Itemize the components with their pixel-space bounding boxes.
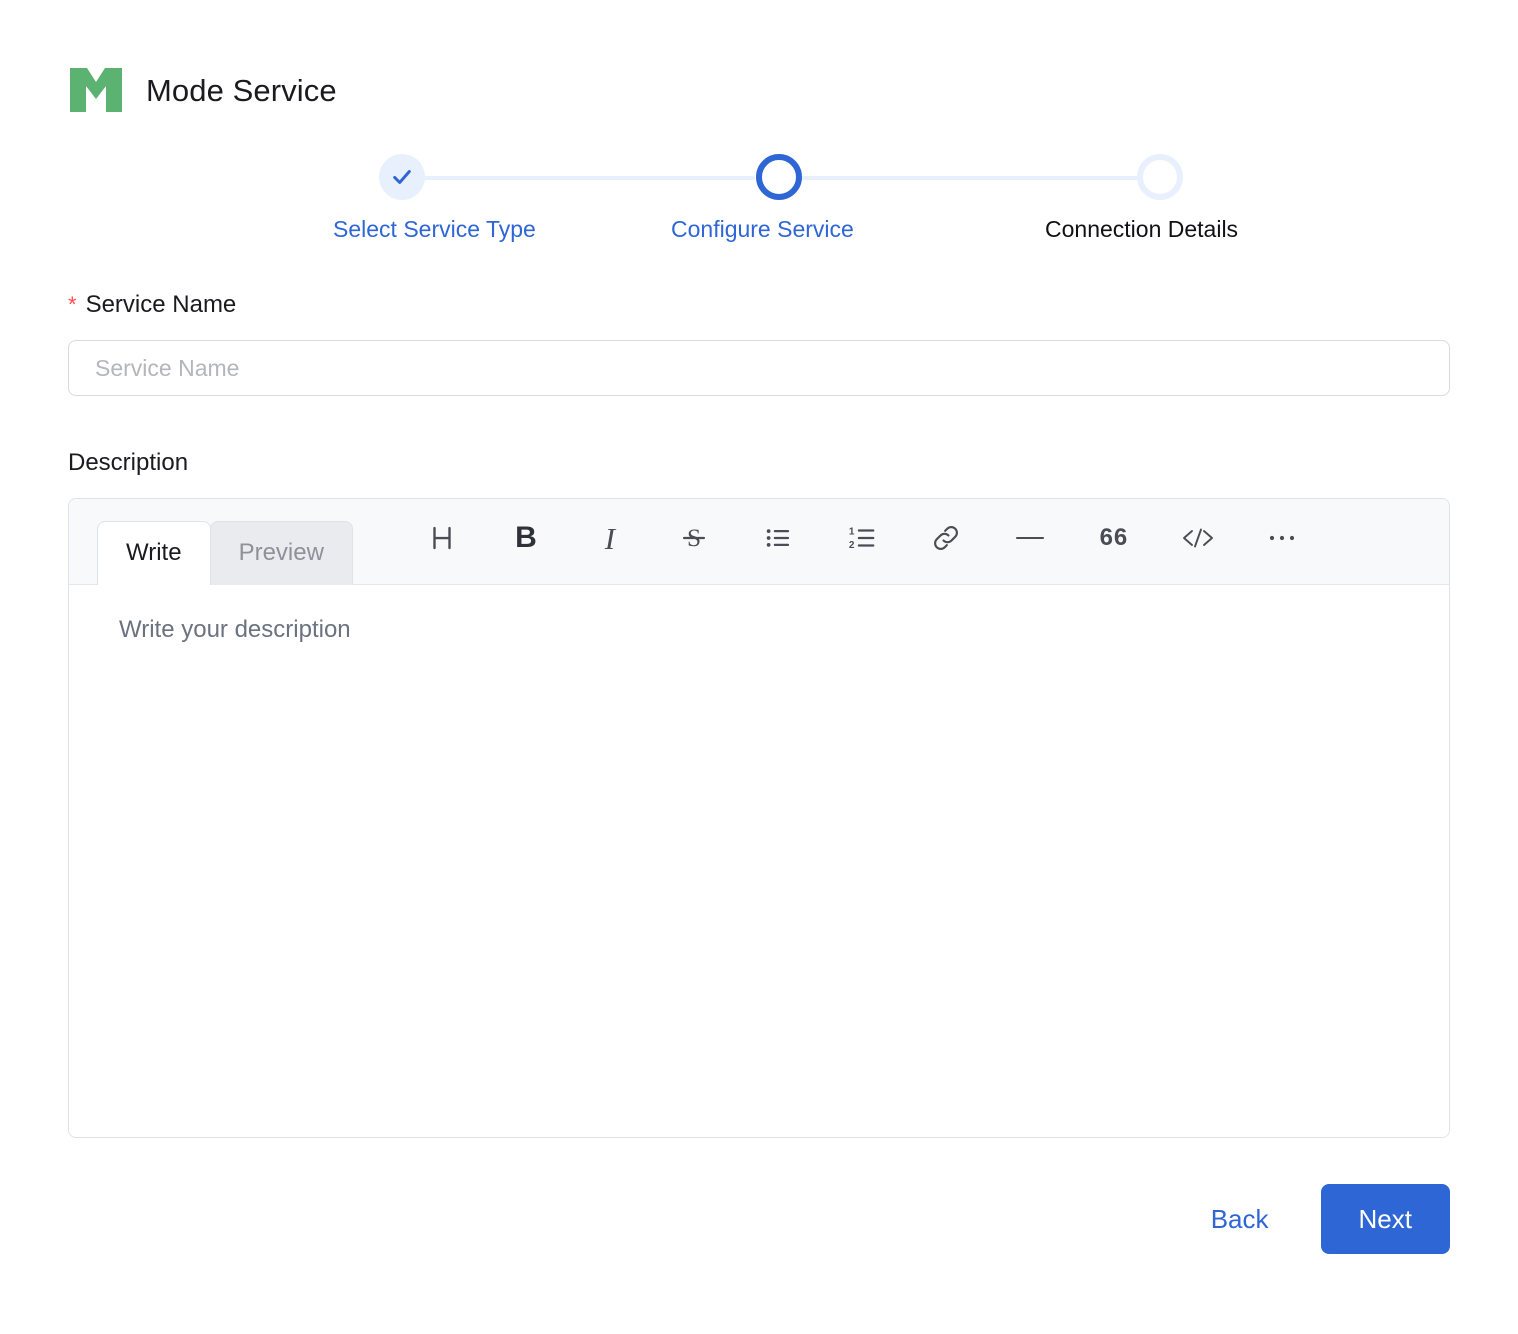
tab-preview[interactable]: Preview: [209, 521, 353, 585]
editor-toolbar: Write Preview B I S 1 2 66: [69, 499, 1449, 585]
page-title: Mode Service: [146, 72, 337, 108]
next-button[interactable]: Next: [1320, 1184, 1450, 1254]
progress-stepper: Select Service Type Configure Service Co…: [0, 154, 1518, 262]
heading-button[interactable]: [415, 516, 469, 560]
more-options-icon: [1269, 535, 1295, 541]
description-placeholder: Write your description: [119, 616, 351, 643]
description-markdown-editor: Write Preview B I S 1 2 66 Write your de…: [68, 498, 1450, 1138]
back-button[interactable]: Back: [1207, 1196, 1273, 1242]
stepper-track: [373, 154, 1183, 200]
link-button[interactable]: [919, 516, 973, 560]
bold-icon: B: [515, 521, 537, 554]
quote-icon: 66: [1099, 524, 1129, 551]
code-icon: [1182, 528, 1213, 548]
bold-button[interactable]: B: [499, 516, 553, 560]
page-header: Mode Service: [0, 0, 1518, 118]
italic-button[interactable]: I: [583, 516, 637, 560]
bullet-list-icon: [766, 529, 790, 547]
horizontal-rule-icon: [1015, 537, 1044, 539]
service-name-input[interactable]: [68, 340, 1450, 396]
stepper-labels: Select Service Type Configure Service Co…: [333, 214, 1238, 248]
svg-text:1: 1: [849, 526, 855, 537]
strikethrough-icon: S: [682, 524, 705, 552]
stepper-label-select-service-type[interactable]: Select Service Type: [333, 214, 536, 244]
stepper-label-configure-service[interactable]: Configure Service: [671, 214, 854, 244]
stepper-node-connection-details[interactable]: [1137, 154, 1183, 200]
wizard-footer: Back Next: [0, 1184, 1518, 1254]
description-label-text: Description: [68, 449, 189, 476]
tab-write[interactable]: Write: [97, 521, 211, 585]
numbered-list-icon: 1 2: [849, 526, 875, 551]
mode-logo-icon: [70, 68, 122, 112]
editor-mode-tabs: Write Preview: [97, 499, 353, 585]
code-button[interactable]: [1171, 516, 1225, 560]
horizontal-rule-button[interactable]: [1003, 516, 1057, 560]
link-icon: [933, 526, 958, 550]
stepper-connector-2: [783, 176, 1163, 180]
stepper-node-configure-service[interactable]: [756, 154, 802, 200]
stepper-label-connection-details[interactable]: Connection Details: [1045, 214, 1238, 244]
svg-text:2: 2: [849, 540, 855, 551]
more-options-button[interactable]: [1255, 516, 1309, 560]
bullet-list-button[interactable]: [751, 516, 805, 560]
service-configuration-page: Mode Service Select Service Type Configu…: [0, 0, 1518, 1334]
service-name-label-text: Service Name: [85, 291, 237, 318]
italic-icon: I: [604, 520, 616, 556]
quote-button[interactable]: 66: [1087, 516, 1141, 560]
stepper-node-select-service-type[interactable]: [379, 154, 425, 200]
strikethrough-button[interactable]: S: [667, 516, 721, 560]
service-name-label: * Service Name: [68, 290, 1450, 320]
required-marker: *: [68, 292, 77, 317]
service-form: * Service Name Description Write Preview: [0, 290, 1518, 1138]
heading-icon: [433, 526, 451, 550]
description-label: Description: [68, 448, 1450, 478]
stepper-connector-1: [403, 176, 755, 180]
numbered-list-button[interactable]: 1 2: [835, 516, 889, 560]
check-icon: [393, 170, 411, 184]
description-editor-body[interactable]: Write your description: [69, 585, 1449, 1137]
editor-tool-buttons: B I S 1 2 66: [415, 516, 1309, 560]
